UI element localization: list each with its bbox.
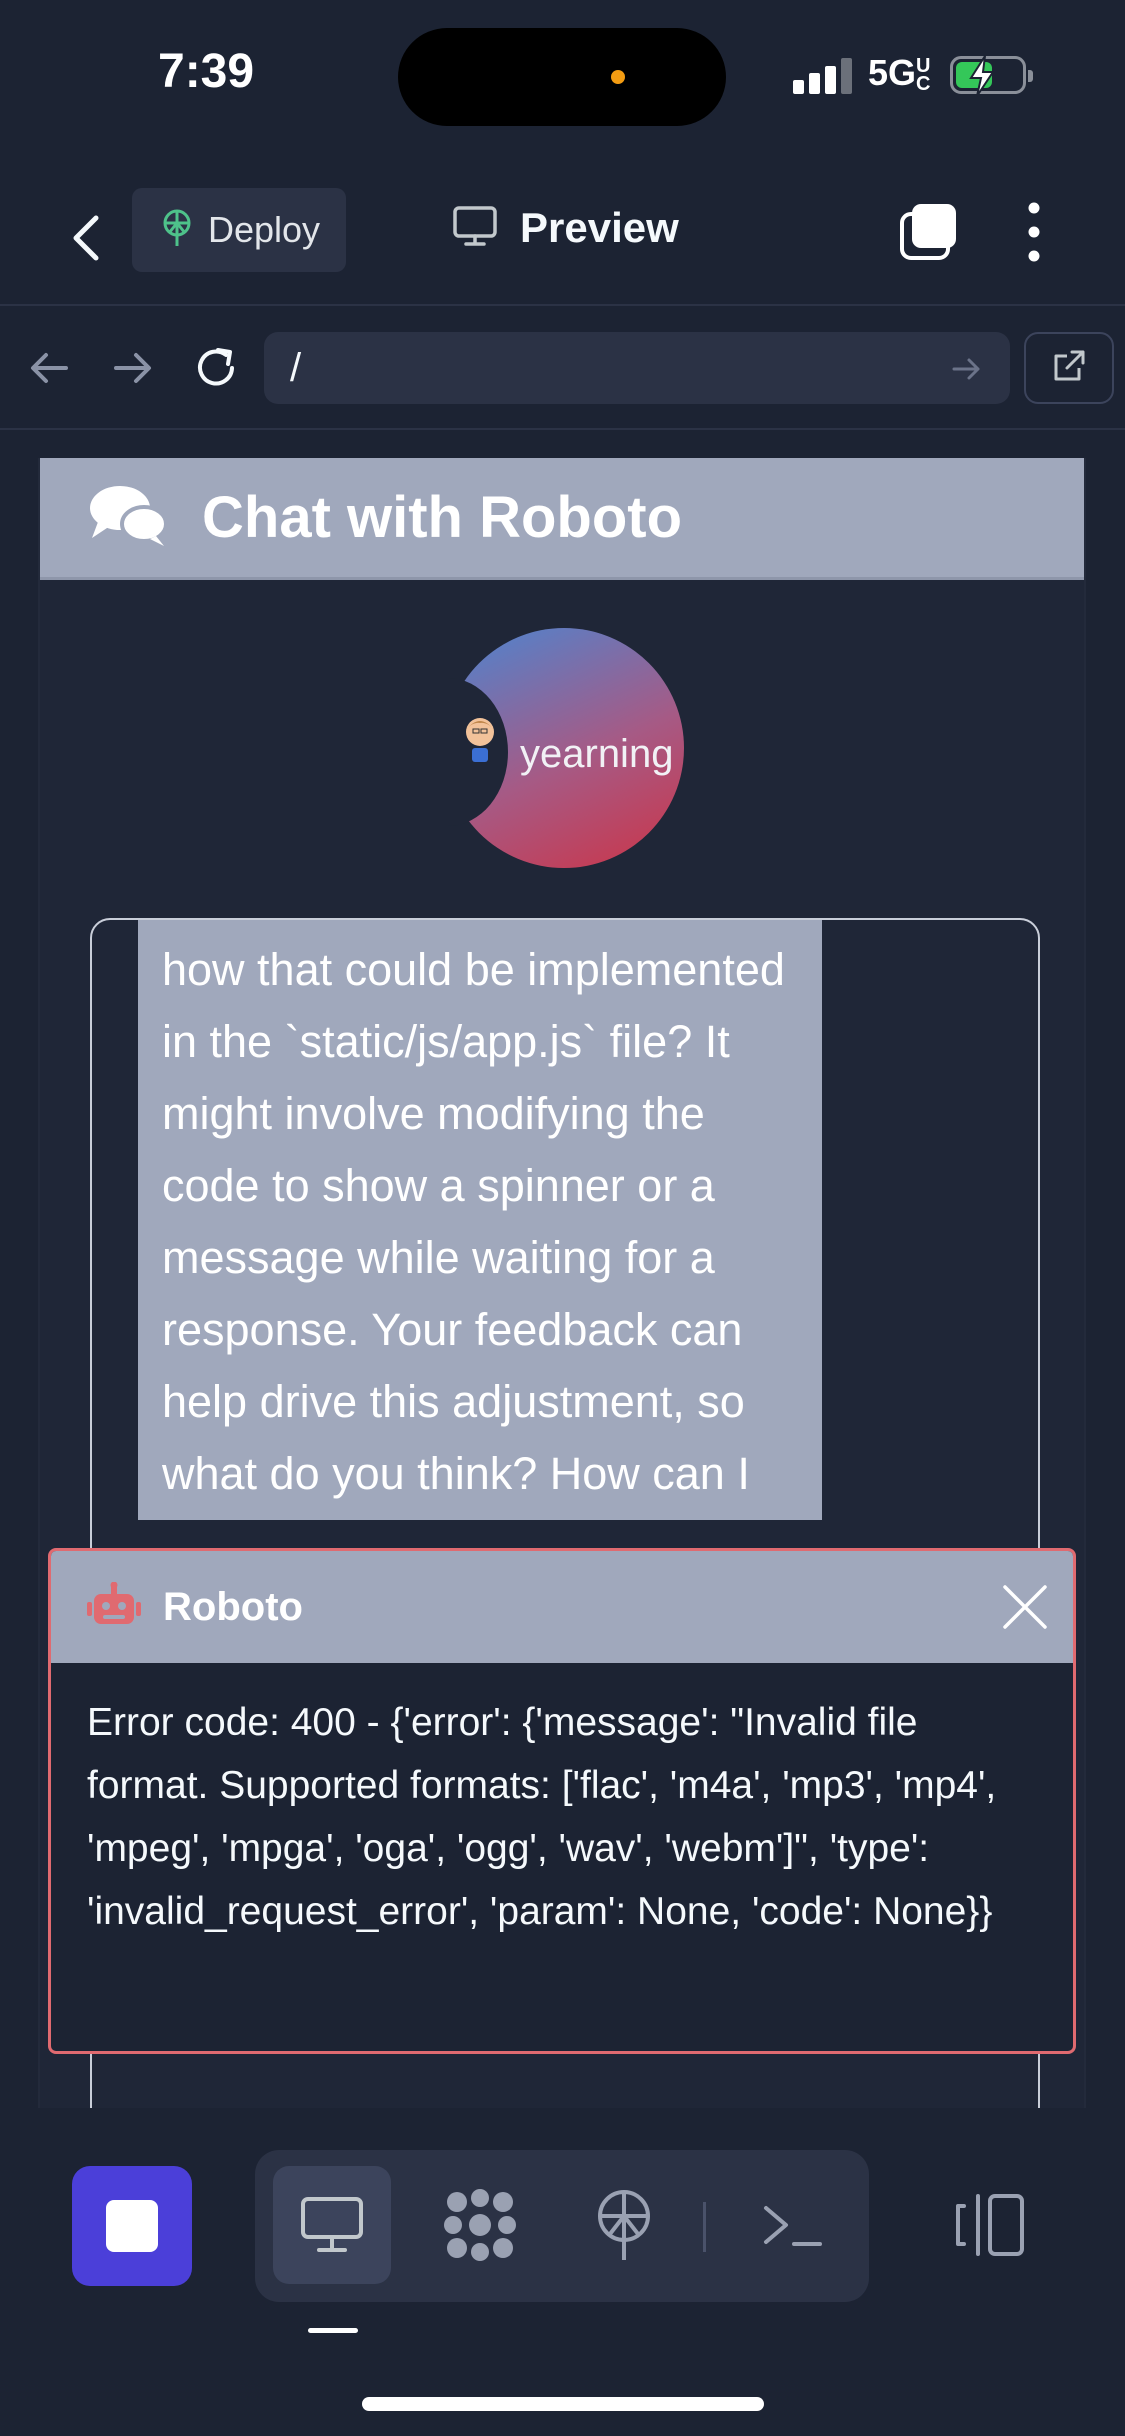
message-bubble: how that could be implemented in the `st… xyxy=(138,920,822,1520)
network-label: 5GUC xyxy=(868,52,931,96)
more-options-icon[interactable] xyxy=(1016,200,1052,264)
bottom-toolbar xyxy=(0,2150,1125,2350)
battery-icon xyxy=(950,55,1033,97)
person-icon xyxy=(460,716,500,764)
deploy-icon xyxy=(598,2190,650,2260)
error-toast: Roboto Error code: 400 - {'error': {'mes… xyxy=(48,1548,1076,2054)
avatar: yearning xyxy=(436,628,684,868)
chat-header: Chat with Roboto xyxy=(40,458,1084,580)
open-external-button[interactable] xyxy=(1024,332,1114,404)
close-icon[interactable] xyxy=(1001,1583,1049,1631)
browser-back-icon[interactable] xyxy=(24,342,76,394)
deploy-button[interactable]: Deploy xyxy=(132,188,346,272)
message-text: how that could be implemented in the `st… xyxy=(162,944,785,1499)
preview-tab[interactable]: Preview xyxy=(452,204,679,252)
deploy-tool-button[interactable] xyxy=(565,2166,683,2284)
toast-message: Error code: 400 - {'error': {'message': … xyxy=(87,1701,997,1933)
go-arrow-icon[interactable] xyxy=(950,352,984,391)
toast-title: Roboto xyxy=(163,1584,303,1629)
apps-icon xyxy=(444,2189,516,2261)
status-time: 7:39 xyxy=(158,45,255,98)
monitor-icon xyxy=(452,205,498,252)
terminal-tool-button[interactable] xyxy=(733,2166,851,2284)
recording-dot xyxy=(611,70,625,84)
stop-button[interactable] xyxy=(72,2166,192,2286)
tool-switcher xyxy=(255,2150,869,2302)
signal-icon xyxy=(793,58,853,94)
dynamic-island xyxy=(398,28,726,126)
robot-icon xyxy=(87,1581,141,1633)
url-input[interactable] xyxy=(264,332,1010,404)
chat-title: Chat with Roboto xyxy=(202,485,683,550)
back-icon[interactable] xyxy=(62,208,112,268)
external-link-icon xyxy=(1051,348,1087,389)
browser-forward-icon[interactable] xyxy=(106,342,158,394)
preview-label: Preview xyxy=(520,204,679,251)
tabs-icon[interactable] xyxy=(898,200,960,262)
deploy-label: Deploy xyxy=(208,209,321,250)
toast-header: Roboto xyxy=(51,1551,1073,1663)
layout-toggle-icon[interactable] xyxy=(952,2186,1032,2266)
stop-icon xyxy=(106,2200,158,2252)
chat-bubbles-icon xyxy=(88,482,168,553)
home-indicator[interactable] xyxy=(362,2397,764,2411)
terminal-icon xyxy=(764,2206,822,2246)
reload-icon[interactable] xyxy=(190,342,242,394)
apps-tool-button[interactable] xyxy=(421,2166,539,2284)
active-tool-indicator xyxy=(308,2328,358,2333)
avatar-label: yearning xyxy=(520,732,674,776)
top-toolbar: Deploy Preview xyxy=(0,170,1125,306)
status-bar: 7:39 5GUC xyxy=(0,0,1125,150)
desktop-tool-button[interactable] xyxy=(273,2166,391,2284)
deploy-icon xyxy=(160,208,194,253)
desktop-icon xyxy=(301,2197,363,2252)
url-bar xyxy=(0,306,1125,430)
